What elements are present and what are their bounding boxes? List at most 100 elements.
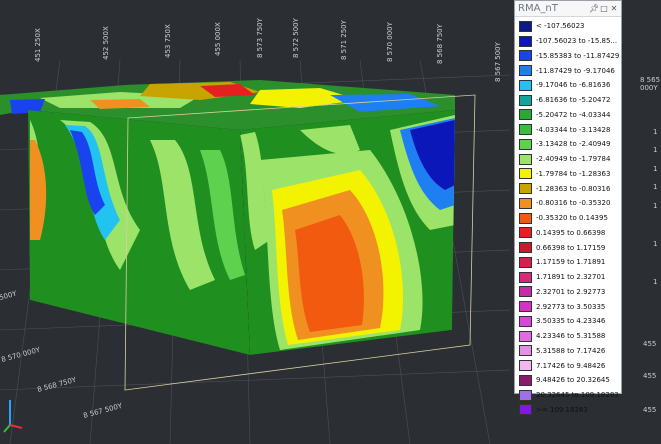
legend-range-label: 1.71891 to 2.32701 — [536, 273, 606, 282]
axis-label: 451 250X — [34, 28, 42, 62]
right-axis-label: 1 — [653, 146, 658, 154]
axis-label: 8 572 500Y — [292, 17, 300, 58]
legend-swatch — [519, 404, 532, 416]
legend-range-label: 20.32645 to 109.18283 — [536, 391, 619, 400]
legend-item: 0.66398 to 1.17159 — [519, 240, 621, 255]
legend-item: >= 109.18283 — [519, 403, 621, 418]
axis-label: 8 567 500Y — [494, 41, 502, 82]
legend-range-label: < -107.56023 — [536, 22, 585, 31]
legend-swatch — [519, 286, 532, 298]
legend-swatch — [519, 301, 532, 313]
legend-range-label: -4.03344 to -3.13428 — [536, 125, 611, 134]
legend-swatch — [519, 50, 532, 62]
legend-range-label: -1.79784 to -1.28363 — [536, 169, 611, 178]
legend-range-label: 7.17426 to 9.48426 — [536, 361, 606, 370]
legend-range-label: 2.92773 to 3.50335 — [536, 302, 606, 311]
legend-swatch — [519, 271, 532, 283]
axis-label: 8 571 250Y — [340, 19, 348, 60]
close-icon[interactable]: ✕ — [609, 2, 619, 16]
legend-item: 5.31588 to 7.17426 — [519, 344, 621, 359]
legend-swatch — [519, 330, 532, 342]
axis-label: 8 570 000Y — [386, 21, 394, 62]
axis-label: 8 570 000Y — [0, 346, 41, 364]
legend-range-label: -0.35320 to 0.14395 — [536, 214, 608, 223]
legend-range-label: 0.14395 to 0.66398 — [536, 228, 606, 237]
legend-range-label: 5.31588 to 7.17426 — [536, 346, 606, 355]
legend-item: -9.17046 to -6.81636 — [519, 78, 621, 93]
right-axis-label: 455 — [643, 372, 657, 380]
legend-swatch — [519, 94, 532, 106]
axis-gizmo — [3, 400, 23, 433]
legend-swatch — [519, 242, 532, 254]
axis-label: 8 568 750Y — [36, 376, 77, 394]
right-axis-label: 8 565 000Y — [640, 76, 661, 92]
legend-range-label: -5.20472 to -4.03344 — [536, 110, 611, 119]
legend-list: < -107.56023 -107.56023 to -15.85... -15.8… — [515, 17, 621, 417]
legend-swatch — [519, 153, 532, 165]
legend-swatch — [519, 109, 532, 121]
legend-swatch — [519, 345, 532, 357]
right-axis-label: 1 — [653, 128, 658, 136]
legend-item: 1.17159 to 1.71891 — [519, 255, 621, 270]
legend-range-label: -15.85383 to -11.87429 — [536, 51, 620, 60]
legend-title: RMA_nT — [518, 3, 558, 14]
axis-label: 8 567 500Y — [82, 402, 123, 420]
legend-swatch — [519, 315, 532, 327]
legend-swatch — [519, 212, 532, 224]
right-axis-label: 455 — [643, 406, 657, 414]
legend-swatch — [519, 124, 532, 136]
legend-item: 9.48426 to 20.32645 — [519, 373, 621, 388]
legend-panel[interactable]: RMA_nT 📌︎ □ ✕ < -107.56023 -107.56023 to … — [514, 0, 622, 416]
right-axis-label: 1 — [653, 278, 658, 286]
legend-item: -1.79784 to -1.28363 — [519, 167, 621, 182]
legend-item: 3.50335 to 4.23346 — [519, 314, 621, 329]
right-axis-label: 1 — [653, 240, 658, 248]
legend-item: -0.35320 to 0.14395 — [519, 211, 621, 226]
legend-item: -107.56023 to -15.85... — [519, 34, 621, 49]
right-axis-label: 455 — [643, 340, 657, 348]
right-axis-label: 1 — [653, 202, 658, 210]
legend-swatch — [519, 79, 532, 91]
legend-item: 7.17426 to 9.48426 — [519, 358, 621, 373]
legend-item: -5.20472 to -4.03344 — [519, 108, 621, 123]
legend-range-label: 4.23346 to 5.31588 — [536, 332, 606, 341]
legend-swatch — [519, 20, 532, 32]
legend-range-label: 1.17159 to 1.71891 — [536, 258, 606, 267]
legend-range-label: -6.81636 to -5.20472 — [536, 96, 611, 105]
legend-range-label: -0.80316 to -0.35320 — [536, 199, 611, 208]
legend-range-label: >= 109.18283 — [536, 405, 588, 414]
right-axis-label: 1 — [653, 183, 658, 191]
legend-swatch — [519, 183, 532, 195]
legend-item: 0.14395 to 0.66398 — [519, 226, 621, 241]
axis-label: 453 750X — [164, 24, 172, 58]
legend-item: < -107.56023 — [519, 19, 621, 34]
legend-item: -1.28363 to -0.80316 — [519, 181, 621, 196]
legend-swatch — [519, 227, 532, 239]
pin-icon[interactable]: 📌︎ — [589, 2, 599, 16]
block-right-face — [240, 110, 455, 355]
legend-swatch — [519, 168, 532, 180]
axis-label: 8 573 750Y — [256, 17, 264, 58]
legend-range-label: 0.66398 to 1.17159 — [536, 243, 606, 252]
axis-label: 500Y — [0, 289, 18, 301]
legend-item: -0.80316 to -0.35320 — [519, 196, 621, 211]
legend-swatch — [519, 256, 532, 268]
legend-range-label: -3.13428 to -2.40949 — [536, 140, 611, 149]
legend-item: 2.92773 to 3.50335 — [519, 299, 621, 314]
legend-item: -11.87429 to -9.17046 — [519, 63, 621, 78]
axis-label: 455 000X — [214, 22, 222, 56]
legend-swatch — [519, 374, 532, 386]
block-front-face — [28, 110, 250, 355]
legend-item: 1.71891 to 2.32701 — [519, 270, 621, 285]
right-axis-label: 1 — [653, 165, 658, 173]
legend-range-label: -107.56023 to -15.85... — [536, 37, 618, 46]
legend-swatch — [519, 197, 532, 209]
restore-icon[interactable]: □ — [599, 2, 609, 16]
legend-range-label: -1.28363 to -0.80316 — [536, 184, 611, 193]
legend-item: -2.40949 to -1.79784 — [519, 152, 621, 167]
legend-swatch — [519, 138, 532, 150]
legend-range-label: -2.40949 to -1.79784 — [536, 155, 611, 164]
legend-range-label: -11.87429 to -9.17046 — [536, 66, 615, 75]
legend-range-label: -9.17046 to -6.81636 — [536, 81, 611, 90]
legend-item: -6.81636 to -5.20472 — [519, 93, 621, 108]
